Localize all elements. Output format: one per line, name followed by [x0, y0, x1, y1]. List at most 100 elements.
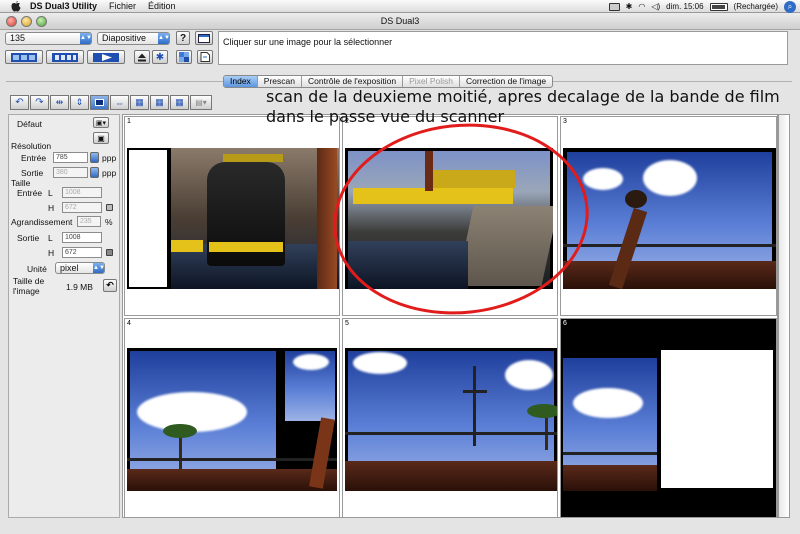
unit-select[interactable]: pixel ▲▼ [55, 262, 105, 274]
frame-grid-button-3[interactable]: ▦ [170, 95, 189, 110]
unexposed-area [661, 350, 773, 488]
settings-panel: Défaut ▣▾ ▣ Résolution Entrée 785 ppp So… [8, 114, 120, 518]
size-output-width-field[interactable]: 1008 [62, 232, 102, 243]
flip-horizontal-button[interactable]: ⇹ [50, 95, 69, 110]
resolution-label: Résolution [11, 141, 52, 151]
lock-icon[interactable] [106, 204, 113, 211]
message-text: Cliquer sur une image pour la sélectionn… [223, 37, 393, 47]
frame-icon: ▣ [97, 133, 105, 143]
photo-railing [127, 458, 337, 461]
rotate-right-button[interactable]: ↷ [30, 95, 49, 110]
rotate-right-icon: ↷ [35, 97, 44, 108]
size-input-width-field[interactable]: 1008 [62, 187, 102, 198]
menubar-status-area: ✱ ◠ ◁) dim. 15:06 (Rechargée) ⌕ [608, 0, 796, 13]
output-resolution-field[interactable]: 380 [53, 167, 88, 178]
film-strip-icon [52, 52, 78, 62]
photo-railing [563, 452, 657, 455]
unit-label: Unité [27, 264, 47, 274]
close-window-button[interactable] [6, 16, 17, 27]
tab-image-correction[interactable]: Correction de l'image [460, 76, 552, 87]
photo-deck [563, 465, 657, 491]
size-input-l-label: L [48, 188, 53, 198]
title-bar[interactable]: DS Dual3 [0, 13, 800, 30]
menu-bar: DS Dual3 Utility Fichier Édition ✱ ◠ ◁) … [0, 0, 800, 13]
frame-thumbnail-3[interactable] [563, 148, 776, 289]
menu-edition[interactable]: Édition [148, 1, 176, 11]
frame-grid-dropdown[interactable]: ▤▾ [190, 95, 212, 110]
frame-cell-6[interactable]: 6 [560, 318, 777, 518]
input-resolution-field[interactable]: 785 [53, 152, 88, 163]
calibrate-button[interactable]: ✱ [152, 50, 168, 64]
star-icon: ✱ [155, 51, 165, 63]
reset-button[interactable]: ↶ [103, 279, 117, 292]
frame-cell-5[interactable]: 5 [342, 318, 558, 518]
image-size-value: 1.9 MB [66, 282, 93, 292]
flip-vertical-button[interactable]: ⇕ [70, 95, 89, 110]
volume-icon[interactable]: ◁) [651, 2, 660, 11]
image-size-label-2: l'image [13, 286, 40, 296]
frame-thumbnail-5[interactable] [345, 348, 557, 491]
frame-thumbnail-6[interactable] [563, 348, 776, 491]
scan-play-icon [93, 52, 119, 62]
frame-thumbnail-4[interactable] [127, 348, 337, 491]
preset-menu-button[interactable]: ▣▾ [93, 117, 109, 128]
frame-number: 2 [345, 118, 349, 125]
size-output-l-label: L [48, 233, 53, 243]
film-format-select[interactable]: 135 ▲▼ [5, 32, 92, 45]
frame-grid-button-1[interactable]: ▦ [130, 95, 149, 110]
film-format-value: 135 [10, 33, 26, 43]
spotlight-icon[interactable]: ⌕ [784, 0, 796, 13]
flip-vertical-icon: ⇕ [75, 97, 84, 107]
question-icon: ? [179, 32, 187, 44]
preset-save-button[interactable]: ▣ [93, 132, 109, 144]
frame-cell-4[interactable]: 4 [124, 318, 340, 518]
menu-fichier[interactable]: Fichier [109, 1, 136, 11]
minimize-window-button[interactable] [21, 16, 32, 27]
apple-menu-icon[interactable] [10, 0, 22, 12]
photo-cloud [293, 354, 329, 370]
photo-railing [563, 244, 776, 247]
unit-ppp-label: ppp [102, 153, 117, 163]
size-input-height-field[interactable]: 672 [62, 202, 102, 213]
size-input-h-label: H [48, 203, 55, 213]
grid-icon: ▦ [135, 97, 144, 107]
settings-file-button[interactable] [197, 50, 213, 64]
menu-app-name[interactable]: DS Dual3 Utility [30, 1, 97, 11]
scan-button[interactable] [87, 50, 125, 64]
preview-button[interactable] [5, 50, 43, 64]
bluetooth-icon[interactable]: ✱ [626, 2, 633, 11]
battery-icon[interactable] [709, 2, 728, 11]
select-all-button[interactable]: ⇔ [110, 95, 129, 110]
enlargement-field[interactable]: 235 [77, 216, 101, 227]
lock-icon[interactable] [106, 249, 113, 256]
help-button[interactable]: ? [176, 31, 190, 45]
photo-cloud [573, 388, 643, 418]
select-frame-button[interactable] [90, 95, 109, 110]
tab-exposure-control[interactable]: Contrôle de l'exposition [302, 76, 404, 87]
frame-grid-button-2[interactable]: ▦ [150, 95, 169, 110]
photo-deck [563, 261, 776, 289]
size-output-height-field[interactable]: 672 [62, 247, 102, 258]
preferences-button[interactable] [195, 31, 213, 45]
clock[interactable]: dim. 15:06 [666, 2, 703, 11]
vertical-scrollbar[interactable] [778, 114, 790, 518]
tab-index[interactable]: Index [224, 76, 258, 87]
window-title: DS Dual3 [380, 16, 420, 26]
display-icon[interactable] [608, 2, 620, 11]
frame-thumbnail-1[interactable] [127, 148, 339, 289]
zoom-window-button[interactable] [36, 16, 47, 27]
wifi-icon[interactable]: ◠ [638, 2, 645, 11]
input-resolution-stepper[interactable] [90, 152, 99, 163]
size-label: Taille [11, 178, 31, 188]
tab-pixel-polish[interactable]: Pixel Polish [403, 76, 461, 87]
rotate-left-button[interactable]: ↶ [10, 95, 29, 110]
eject-button[interactable] [134, 50, 150, 64]
prescan-button[interactable] [46, 50, 84, 64]
tab-prescan[interactable]: Prescan [258, 76, 302, 87]
percent-label: % [105, 217, 113, 227]
color-match-button[interactable] [176, 50, 192, 64]
frame-cell-1[interactable]: 1 [124, 116, 340, 316]
output-resolution-stepper[interactable] [90, 167, 99, 178]
film-type-select[interactable]: Diapositive ▲▼ [97, 32, 170, 45]
frame-cell-3[interactable]: 3 [560, 116, 777, 316]
